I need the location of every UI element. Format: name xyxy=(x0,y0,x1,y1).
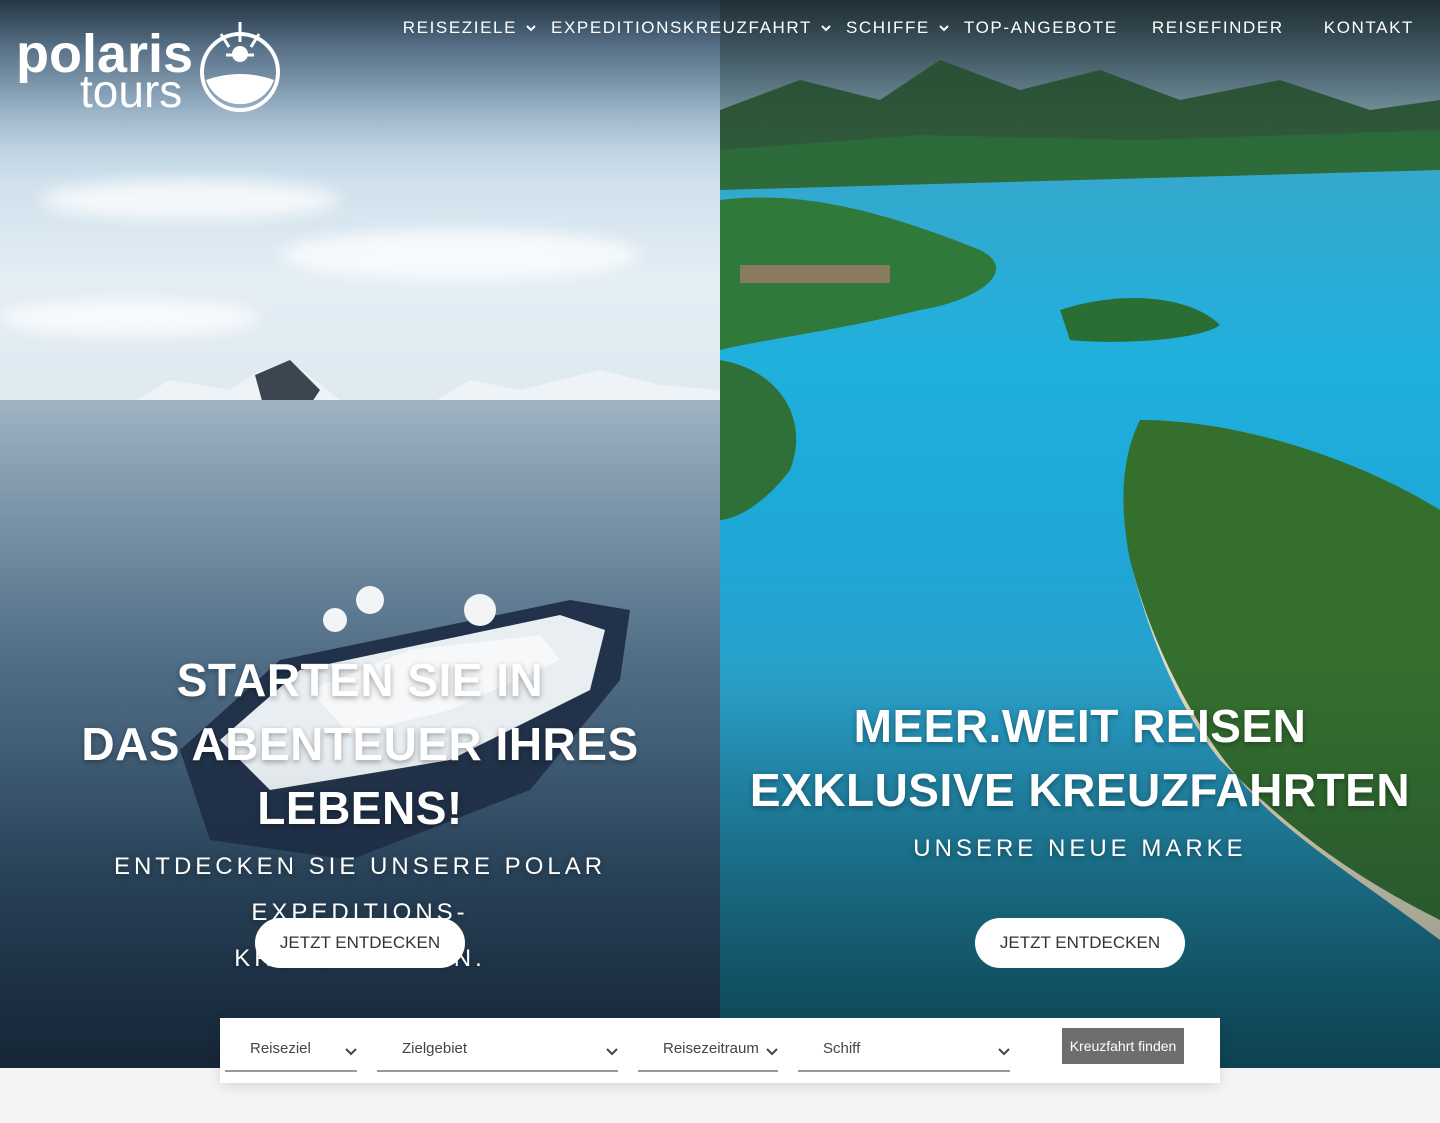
main-navigation: REISEZIELE EXPEDITIONSKREUZFAHRT SCHIFFE… xyxy=(403,14,1440,42)
hero-polar: STARTEN SIE IN DAS ABENTEUER IHRES LEBEN… xyxy=(0,0,720,1068)
nav-item-reiseziele[interactable]: REISEZIELE xyxy=(403,18,537,38)
nav-item-label: REISEFINDER xyxy=(1151,18,1284,37)
nav-item-reisefinder[interactable]: REISEFINDER xyxy=(1152,18,1284,38)
hero-polar-title-line2: DAS ABENTEUER IHRES LEBENS! xyxy=(81,718,639,834)
nav-item-label: EXPEDITIONSKREUZFAHRT xyxy=(551,18,812,37)
chevron-down-icon xyxy=(939,25,949,32)
chevron-down-icon xyxy=(821,25,831,32)
hero-polar-title-line1: STARTEN SIE IN xyxy=(176,654,544,706)
hero-tropical-title-line1: MEER.WEIT REISEN xyxy=(853,700,1307,752)
tropical-overlay xyxy=(720,0,1440,1068)
area-select-value: Zielgebiet xyxy=(402,1040,468,1057)
polaris-tours-logo[interactable]: polaris tours xyxy=(16,10,286,117)
logo-image: polaris tours xyxy=(16,22,280,117)
nav-item-kontakt[interactable]: KONTAKT xyxy=(1324,18,1414,38)
chevron-down-icon xyxy=(766,1048,778,1056)
hero-tropical-title-line2: EXKLUSIVE KREUZFAHRTEN xyxy=(749,764,1411,816)
hero-tropical-copy: MEER.WEIT REISEN EXKLUSIVE KREUZFAHRTEN … xyxy=(720,694,1440,872)
chevron-down-icon xyxy=(526,25,536,32)
nav-item-top-angebote[interactable]: TOP-ANGEBOTE xyxy=(964,18,1118,38)
destination-select[interactable]: Reiseziel xyxy=(225,1036,357,1072)
ship-select[interactable]: Schiff xyxy=(798,1036,1010,1072)
nav-item-label: KONTAKT xyxy=(1323,18,1414,37)
nav-item-label: SCHIFFE xyxy=(845,18,930,37)
nav-item-label: TOP-ANGEBOTE xyxy=(963,18,1118,37)
logo-wordmark-line2: tours xyxy=(80,65,182,114)
hero-tropical: MEER.WEIT REISEN EXKLUSIVE KREUZFAHRTEN … xyxy=(720,0,1440,1068)
cruise-search-bar: Reiseziel Zielgebiet Reisezeitraum Schif… xyxy=(220,1018,1220,1083)
nav-item-label: REISEZIELE xyxy=(402,18,518,37)
ship-select-value: Schiff xyxy=(823,1040,861,1057)
nav-item-schiffe[interactable]: SCHIFFE xyxy=(846,18,950,38)
chevron-down-icon xyxy=(998,1048,1010,1056)
chevron-down-icon xyxy=(345,1048,357,1056)
chevron-down-icon xyxy=(606,1048,618,1056)
find-cruise-button[interactable]: Kreuzfahrt finden xyxy=(1062,1028,1184,1064)
hero-polar-discover-button[interactable]: JETZT ENTDECKEN xyxy=(255,918,465,968)
hero-tropical-subtitle: UNSERE NEUE MARKE xyxy=(913,835,1247,862)
travel-period-select-value: Reisezeitraum xyxy=(663,1040,759,1057)
destination-select-value: Reiseziel xyxy=(250,1040,311,1057)
hero-tropical-discover-button[interactable]: JETZT ENTDECKEN xyxy=(975,918,1185,968)
nav-item-expeditionskreuzfahrt[interactable]: EXPEDITIONSKREUZFAHRT xyxy=(551,18,832,38)
travel-period-select[interactable]: Reisezeitraum xyxy=(638,1036,778,1072)
area-select[interactable]: Zielgebiet xyxy=(377,1036,618,1072)
